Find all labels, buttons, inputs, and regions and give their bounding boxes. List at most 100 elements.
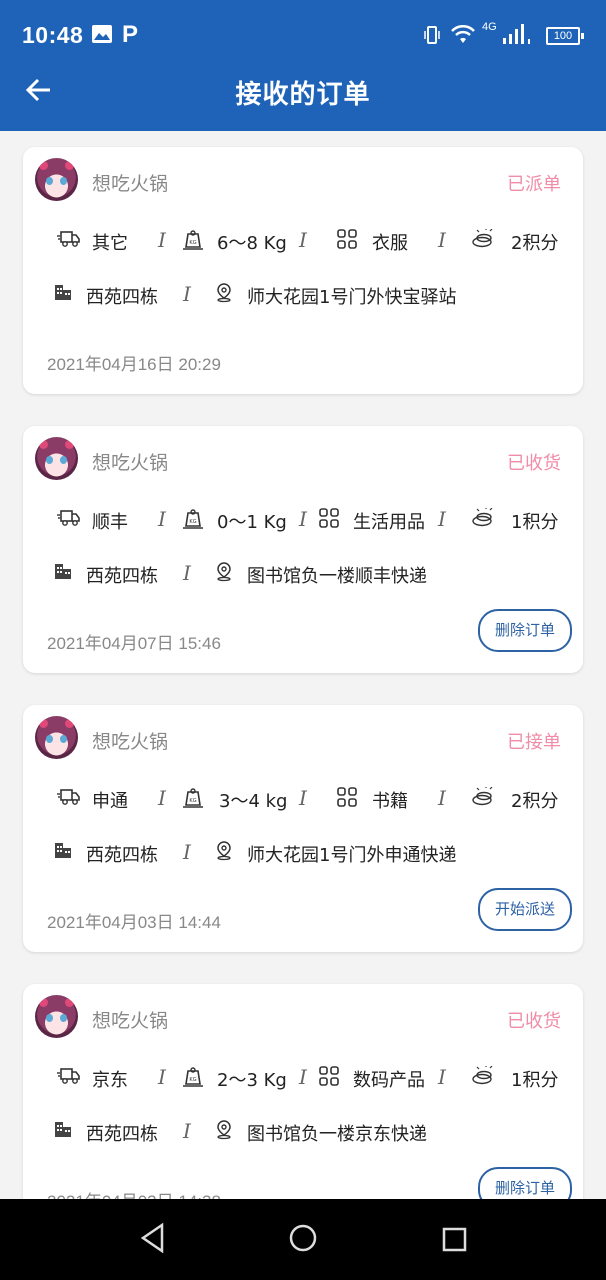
delete-order-button[interactable]: 删除订单 — [478, 1167, 572, 1199]
courier-company: 其它 — [92, 233, 128, 254]
separator: I — [438, 1065, 446, 1089]
weight-icon: KG — [183, 509, 203, 529]
coin-icon — [472, 229, 493, 248]
weight-icon: KG — [183, 230, 203, 250]
reward-points: 2积分 — [511, 791, 559, 812]
nav-recents-icon[interactable] — [442, 1227, 468, 1253]
building-icon — [55, 564, 71, 579]
order-info-row: 其它 I KG 6～8 Kg I 衣服 I 2积分 — [23, 226, 583, 256]
item-category: 数码产品 — [353, 1070, 425, 1091]
separator: I — [299, 228, 307, 252]
order-status: 已收货 — [507, 1011, 561, 1032]
truck-icon — [57, 231, 80, 247]
address-row: 西苑四栋 I 师大花园1号门外快宝驿站 — [23, 280, 583, 310]
nav-home-icon[interactable] — [288, 1222, 318, 1252]
pickup-location: 图书馆负一楼顺丰快递 — [247, 566, 427, 587]
order-status: 已收货 — [507, 453, 561, 474]
package-weight: 6～8 Kg — [217, 233, 287, 254]
coin-icon — [472, 1066, 493, 1085]
building-icon — [55, 285, 71, 300]
building-icon — [55, 843, 71, 858]
nav-back-icon[interactable] — [140, 1222, 166, 1254]
building-name: 西苑四栋 — [86, 287, 158, 308]
order-list[interactable]: 想吃火锅 已派单 其它 I KG 6～8 Kg I 衣服 I 2积分 西苑四栋 … — [0, 131, 606, 1199]
battery-icon: 100 — [546, 27, 584, 45]
user-name: 想吃火锅 — [92, 1010, 169, 1032]
avatar — [35, 995, 78, 1038]
separator: I — [158, 786, 166, 810]
address-row: 西苑四栋 I 图书馆负一楼顺丰快递 — [23, 559, 583, 589]
app-bar: 10:48 P 4G 100 接收的订单 — [0, 0, 606, 131]
system-nav-bar — [0, 1199, 606, 1280]
truck-icon — [57, 1068, 80, 1084]
separator: I — [158, 1065, 166, 1089]
order-card[interactable]: 想吃火锅 已派单 其它 I KG 6～8 Kg I 衣服 I 2积分 西苑四栋 … — [23, 147, 583, 394]
separator: I — [438, 228, 446, 252]
pickup-location: 图书馆负一楼京东快递 — [247, 1124, 427, 1145]
pickup-location: 师大花园1号门外申通快递 — [247, 845, 457, 866]
order-card[interactable]: 想吃火锅 已收货 顺丰 I KG 0～1 Kg I 生活用品 I 1积分 西苑四… — [23, 426, 583, 673]
reward-points: 2积分 — [511, 233, 559, 254]
order-status: 已接单 — [507, 732, 561, 753]
grid-icon — [337, 787, 357, 807]
separator: I — [299, 786, 307, 810]
order-date: 2021年04月16日 20:29 — [47, 355, 221, 374]
separator: I — [299, 507, 307, 531]
item-category: 书籍 — [372, 791, 408, 812]
gallery-icon — [92, 25, 112, 43]
start-delivery-button[interactable]: 开始派送 — [478, 888, 572, 931]
separator: I — [299, 1065, 307, 1089]
page-title: 接收的订单 — [235, 80, 371, 110]
avatar — [35, 716, 78, 759]
building-name: 西苑四栋 — [86, 845, 158, 866]
network-type: 4G — [482, 21, 497, 33]
truck-icon — [57, 789, 80, 805]
order-card[interactable]: 想吃火锅 已收货 京东 I KG 2～3 Kg I 数码产品 I 1积分 西苑四… — [23, 984, 583, 1199]
order-card[interactable]: 想吃火锅 已接单 申通 I KG 3～4 kg I 书籍 I 2积分 西苑四栋 … — [23, 705, 583, 952]
svg-text:KG: KG — [189, 240, 196, 246]
address-row: 西苑四栋 I 师大花园1号门外申通快递 — [23, 838, 583, 868]
user-name: 想吃火锅 — [92, 452, 169, 474]
weight-icon: KG — [183, 788, 203, 808]
separator: I — [183, 282, 191, 306]
item-category: 生活用品 — [353, 512, 425, 533]
building-name: 西苑四栋 — [86, 566, 158, 587]
weight-icon: KG — [183, 1067, 203, 1087]
reward-points: 1积分 — [511, 1070, 559, 1091]
building-name: 西苑四栋 — [86, 1124, 158, 1145]
courier-company: 顺丰 — [92, 512, 128, 533]
order-date: 2021年04月03日 14:44 — [47, 913, 221, 932]
grid-icon — [337, 229, 357, 249]
svg-text:KG: KG — [189, 519, 196, 525]
vibrate-icon — [424, 26, 440, 44]
avatar — [35, 158, 78, 201]
separator: I — [183, 1119, 191, 1143]
truck-icon — [57, 510, 80, 526]
package-weight: 0～1 Kg — [217, 512, 287, 533]
package-weight: 2～3 Kg — [217, 1070, 287, 1091]
order-info-row: 申通 I KG 3～4 kg I 书籍 I 2积分 — [23, 784, 583, 814]
signal-icon — [503, 24, 530, 44]
coin-icon — [472, 787, 493, 806]
svg-text:KG: KG — [189, 798, 196, 804]
separator: I — [158, 507, 166, 531]
order-date: 2021年04月07日 15:46 — [47, 634, 221, 653]
location-icon — [217, 283, 231, 303]
item-category: 衣服 — [372, 233, 408, 254]
pickup-location: 师大花园1号门外快宝驿站 — [247, 287, 457, 308]
order-info-row: 京东 I KG 2～3 Kg I 数码产品 I 1积分 — [23, 1063, 583, 1093]
separator: I — [183, 561, 191, 585]
reward-points: 1积分 — [511, 512, 559, 533]
address-row: 西苑四栋 I 图书馆负一楼京东快递 — [23, 1117, 583, 1147]
location-icon — [217, 562, 231, 582]
user-name: 想吃火锅 — [92, 731, 169, 753]
courier-company: 京东 — [92, 1070, 128, 1091]
delete-order-button[interactable]: 删除订单 — [478, 609, 572, 652]
wifi-icon — [451, 25, 475, 43]
order-info-row: 顺丰 I KG 0～1 Kg I 生活用品 I 1积分 — [23, 505, 583, 535]
separator: I — [183, 840, 191, 864]
building-icon — [55, 1122, 71, 1137]
avatar — [35, 437, 78, 480]
parking-icon: P — [122, 21, 139, 48]
user-name: 想吃火锅 — [92, 173, 169, 195]
